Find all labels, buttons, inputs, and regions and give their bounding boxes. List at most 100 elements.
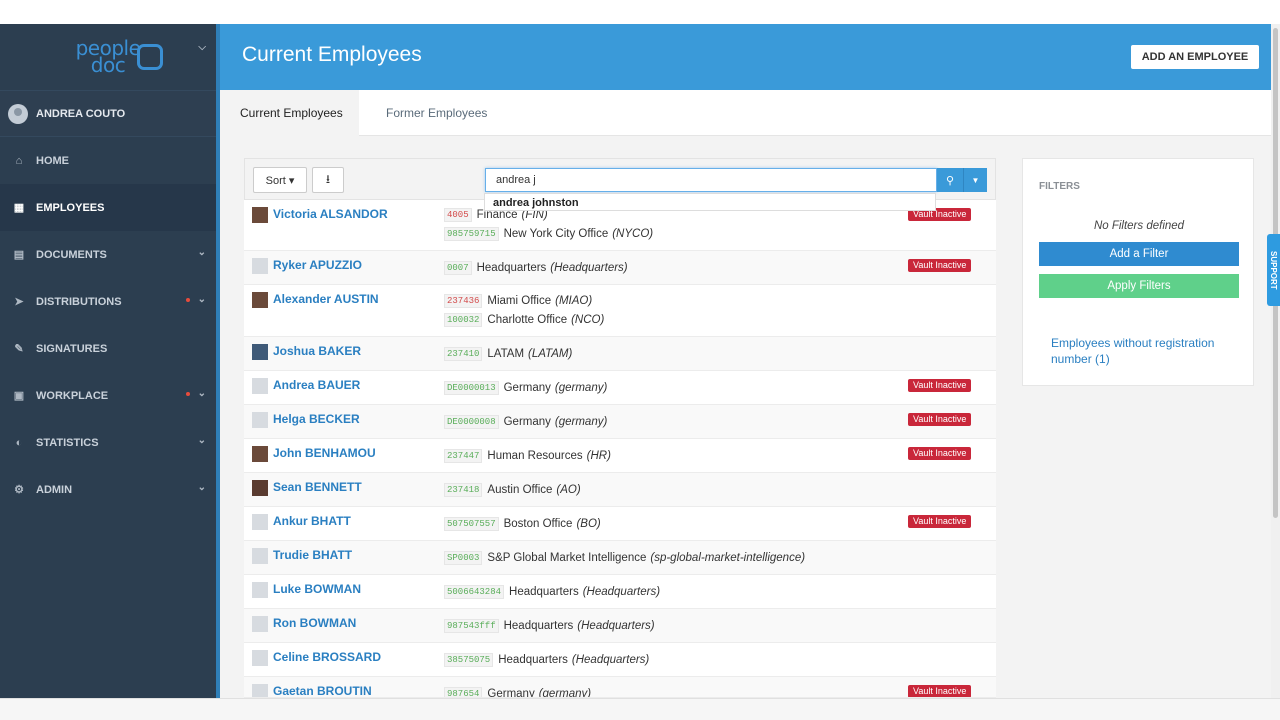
- support-tab[interactable]: SUPPORT: [1267, 234, 1280, 306]
- window-top-bar: [0, 0, 1280, 24]
- employee-name[interactable]: Sean BENNETT: [273, 480, 362, 494]
- site-code: (Headquarters): [550, 262, 628, 274]
- sidebar-item-label: WORKPLACE: [36, 389, 109, 402]
- sidebar-item-signatures[interactable]: ✎ SIGNATURES: [0, 325, 216, 372]
- employee-name[interactable]: Gaetan BROUTIN: [273, 684, 372, 697]
- site-name: Miami Office: [487, 295, 552, 307]
- avatar: [252, 258, 268, 274]
- user-menu[interactable]: ANDREA COUTO ⌵: [0, 42, 216, 137]
- search-button[interactable]: ⚲: [937, 168, 963, 192]
- avatar: [252, 684, 268, 697]
- employee-name[interactable]: Alexander AUSTIN: [273, 292, 379, 306]
- employee-name[interactable]: Trudie BHATT: [273, 548, 352, 562]
- logo-mark-icon: [137, 44, 163, 70]
- site-line: 987654 Germany (germany): [444, 686, 591, 698]
- download-icon: ⭳: [325, 171, 331, 186]
- table-row[interactable]: Helga BECKER DE0000008 Germany (germany)…: [244, 405, 996, 439]
- employees-without-registration-link[interactable]: Employees without registration number (1…: [1051, 335, 1241, 367]
- vault-inactive-badge: Vault Inactive: [908, 447, 972, 460]
- table-row[interactable]: Celine BROSSARD 38575075 Headquarters (H…: [244, 643, 996, 677]
- search-options-button[interactable]: ▼: [963, 168, 987, 192]
- employee-name[interactable]: Andrea BAUER: [273, 378, 360, 392]
- sidebar-item-employees[interactable]: ▦ EMPLOYEES: [0, 184, 216, 231]
- add-employee-button[interactable]: ADD AN EMPLOYEE: [1131, 45, 1259, 69]
- employee-name[interactable]: Ron BOWMAN: [273, 616, 356, 630]
- table-row[interactable]: Luke BOWMAN 5006643284 Headquarters (Hea…: [244, 575, 996, 609]
- table-row[interactable]: Ron BOWMAN 987543fff Headquarters (Headq…: [244, 609, 996, 643]
- site-code: (LATAM): [528, 348, 573, 360]
- site-line: 237410 LATAM (LATAM): [444, 346, 572, 362]
- chevron-down-icon: ⌄: [197, 482, 206, 493]
- home-icon: ⌂: [15, 154, 23, 167]
- site-name: New York City Office: [503, 228, 609, 240]
- sort-button[interactable]: Sort ▾: [253, 167, 307, 193]
- registration-code: 100032: [444, 313, 483, 327]
- site-code: (NYCO): [612, 228, 654, 240]
- sidebar-item-home[interactable]: ⌂ HOME: [0, 137, 216, 184]
- sidebar-item-label: EMPLOYEES: [36, 201, 105, 214]
- sidebar-item-documents[interactable]: ▤ DOCUMENTS ⌄: [0, 231, 216, 278]
- registration-code: 985759715: [444, 227, 499, 241]
- site-code: (AO): [556, 484, 581, 496]
- employee-name[interactable]: Joshua BAKER: [273, 344, 361, 358]
- peopledoc-logo[interactable]: people doc: [0, 24, 216, 90]
- sidebar-item-label: ADMIN: [36, 483, 73, 496]
- no-filters-text: No Filters defined: [1093, 220, 1185, 232]
- employee-list-panel: Sort ▾ ⭳ ⚲ ▼ andrea johnston Victoria AL…: [244, 158, 996, 698]
- table-row[interactable]: Sean BENNETT 237418 Austin Office (AO): [244, 473, 996, 507]
- search-suggestion[interactable]: andrea johnston: [484, 193, 936, 211]
- table-row[interactable]: John BENHAMOU 237447 Human Resources (HR…: [244, 439, 996, 473]
- site-name: Headquarters: [509, 586, 579, 598]
- sidebar-item-workplace[interactable]: ▣ WORKPLACE ⌄: [0, 372, 216, 419]
- add-filter-button[interactable]: Add a Filter: [1039, 242, 1239, 266]
- employee-name[interactable]: Celine BROSSARD: [273, 650, 381, 664]
- apply-filters-button[interactable]: Apply Filters: [1039, 274, 1239, 298]
- registration-code: 507507557: [444, 517, 499, 531]
- logo-text: people doc: [76, 38, 141, 75]
- employee-name[interactable]: Ankur BHATT: [273, 514, 351, 528]
- table-row[interactable]: Ryker APUZZIO 0007 Headquarters (Headqua…: [244, 251, 996, 285]
- site-line: 237436 Miami Office (MIAO): [444, 293, 592, 309]
- registration-code: 0007: [444, 261, 472, 275]
- table-row[interactable]: Andrea BAUER DE0000013 Germany (germany)…: [244, 371, 996, 405]
- sidebar-item-label: STATISTICS: [36, 436, 99, 449]
- employee-name[interactable]: John BENHAMOU: [273, 446, 376, 460]
- sidebar-item-statistics[interactable]: ◐ STATISTICS ⌄: [0, 419, 216, 466]
- employee-name[interactable]: Luke BOWMAN: [273, 582, 361, 596]
- tab-former-employees[interactable]: Former Employees: [370, 90, 503, 136]
- site-code: (germany): [554, 416, 608, 428]
- vault-inactive-badge: Vault Inactive: [908, 685, 972, 697]
- table-row[interactable]: Gaetan BROUTIN 987654 Germany (germany) …: [244, 677, 996, 698]
- site-code: (Headquarters): [571, 654, 650, 666]
- table-row[interactable]: Ankur BHATT 507507557 Boston Office (BO)…: [244, 507, 996, 541]
- vault-inactive-badge: Vault Inactive: [908, 259, 972, 272]
- registration-code: DE0000013: [444, 381, 499, 395]
- sidebar-item-admin[interactable]: ⚙ ADMIN ⌄: [0, 466, 216, 513]
- site-name: Headquarters: [476, 262, 547, 274]
- tab-current-employees[interactable]: Current Employees: [224, 90, 359, 136]
- chevron-down-icon: ⌵: [198, 42, 206, 53]
- site-name: Germany: [487, 688, 535, 698]
- vault-inactive-badge: Vault Inactive: [908, 379, 972, 392]
- avatar: [252, 378, 268, 394]
- avatar: [252, 650, 268, 666]
- statistics-icon: ◐: [15, 436, 23, 449]
- search-icon: ⚲: [945, 174, 955, 187]
- user-name: ANDREA COUTO: [36, 107, 126, 120]
- sidebar-item-distributions[interactable]: ➤ DISTRIBUTIONS ⌄: [0, 278, 216, 325]
- employee-name[interactable]: Victoria ALSANDOR: [273, 207, 388, 221]
- site-code: (MIAO): [555, 295, 593, 307]
- download-button[interactable]: ⭳: [312, 167, 344, 193]
- search-input[interactable]: [485, 168, 937, 192]
- table-row[interactable]: Joshua BAKER 237410 LATAM (LATAM): [244, 337, 996, 371]
- employees-icon: ▦: [13, 202, 25, 214]
- employee-name[interactable]: Ryker APUZZIO: [273, 258, 362, 272]
- sidebar-item-label: SIGNATURES: [36, 342, 108, 355]
- employee-name[interactable]: Helga BECKER: [273, 412, 360, 426]
- site-code: (HR): [586, 450, 611, 462]
- table-row[interactable]: Alexander AUSTIN 237436 Miami Office (MI…: [244, 285, 996, 337]
- page-header: Current Employees ADD AN EMPLOYEE: [216, 24, 1271, 90]
- table-row[interactable]: Trudie BHATT SP0003 S&P Global Market In…: [244, 541, 996, 575]
- vault-inactive-badge: Vault Inactive: [908, 515, 972, 528]
- caret-down-icon: ▼: [971, 175, 980, 185]
